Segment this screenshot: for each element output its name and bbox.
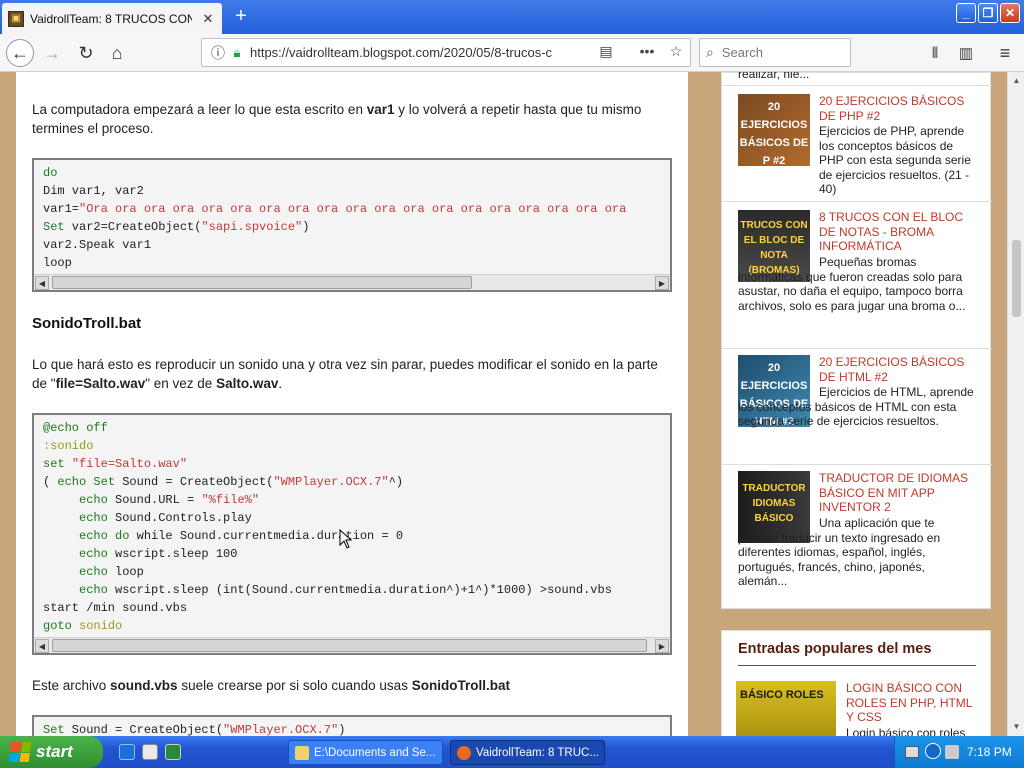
post-excerpt-text: Ejercicios de HTML, aprende los concepto…	[738, 385, 974, 428]
code2-horizontal-scrollbar[interactable]: ◀ ▶	[34, 637, 670, 653]
scroll-right-icon[interactable]: ▶	[655, 639, 669, 653]
scroll-thumb[interactable]	[52, 276, 472, 289]
volume-icon[interactable]	[945, 745, 959, 759]
search-placeholder: Search	[721, 45, 764, 60]
address-bar[interactable]: ⓘ 🔒︎ https://vaidrollteam.blogspot.com/2…	[201, 38, 691, 67]
folder-icon	[295, 745, 309, 760]
post-excerpt: Una aplicación que te permite traducir u…	[738, 516, 976, 589]
paragraph-3: Este archivo sound.vbs suele crearse por…	[32, 678, 510, 693]
minimize-icon[interactable]: _	[956, 3, 976, 23]
popular-posts-heading: Entradas populares del mes	[738, 641, 976, 666]
reader-view-icon[interactable]: ▤	[596, 43, 616, 63]
internet-explorer-icon[interactable]	[119, 744, 135, 760]
back-arrow-icon[interactable]: ←	[6, 39, 34, 67]
divider	[722, 85, 992, 86]
taskbar-task-firefox[interactable]: VaidrollTeam: 8 TRUC...	[450, 740, 605, 765]
library-icon[interactable]: ⫴	[921, 39, 949, 67]
search-icon: ⌕	[706, 44, 714, 60]
new-tab-icon[interactable]: +	[229, 4, 253, 28]
tray-arrow-icon[interactable]	[925, 743, 941, 759]
related-posts-widget: realizar, nie... 20 EJERCICIOS BÁSICOS D…	[721, 72, 992, 609]
scroll-right-icon[interactable]: ▶	[655, 276, 669, 290]
divider	[722, 348, 992, 349]
paragraph-1: La computadora empezará a leer lo que es…	[32, 102, 642, 136]
windows-logo-icon	[8, 742, 32, 762]
post-excerpt: Ejercicios de HTML, aprende los concepto…	[738, 385, 976, 429]
post-title-link[interactable]: 8 TRUCOS CON EL BLOC DE NOTAS - BROMA IN…	[819, 210, 976, 254]
post-title-link[interactable]: 20 EJERCICIOS BÁSICOS DE HTML #2	[819, 355, 976, 384]
scroll-thumb[interactable]	[52, 639, 647, 652]
taskbar-task-explorer[interactable]: E:\Documents and Se...	[288, 740, 443, 765]
task-label: E:\Documents and Se...	[314, 746, 436, 759]
tab-close-icon[interactable]: ✕	[200, 11, 216, 27]
post-title-link[interactable]: LOGIN BÁSICO CON ROLES EN PHP, HTML Y CS…	[846, 681, 976, 725]
post-thumbnail[interactable]: BÁSICO ROLES	[736, 681, 836, 736]
bookmark-star-icon[interactable]: ☆	[666, 43, 686, 63]
tab-title: VaidrollTeam: 8 TRUCOS CON EL BLOC DE NO…	[30, 11, 192, 26]
home-icon[interactable]: ⌂	[103, 39, 131, 67]
info-icon[interactable]: ⓘ	[208, 43, 228, 63]
site-favicon-icon: ▣	[8, 10, 24, 27]
page-actions-icon[interactable]: •••	[637, 43, 657, 63]
post-title-link[interactable]: 20 EJERCICIOS BÁSICOS DE PHP #2	[819, 94, 976, 123]
tab-bar: ▣ VaidrollTeam: 8 TRUCOS CON EL BLOC DE …	[0, 0, 1024, 34]
blog-post: La computadora empezará a leer lo que es…	[16, 72, 688, 736]
url-text[interactable]: https://vaidrollteam.blogspot.com/2020/0…	[250, 45, 580, 60]
previous-item-fragment: realizar, nie...	[738, 72, 810, 81]
close-window-icon[interactable]: ✕	[1000, 3, 1020, 23]
web-page: La computadora empezará a leer lo que es…	[0, 72, 1024, 736]
post-excerpt-text: Pequeñas bromas informáticas que fueron …	[738, 255, 966, 313]
forward-arrow-icon[interactable]: →	[38, 39, 66, 67]
post-excerpt-text: Ejercicios de PHP, aprende los conceptos…	[819, 124, 971, 196]
post-excerpt-text: Una aplicación que te permite traducir u…	[738, 516, 941, 588]
search-box[interactable]: ⌕ Search	[699, 38, 851, 67]
code-block-1: do Dim var1, var2 var1="Ora ora ora ora …	[32, 158, 672, 292]
post-excerpt-text: Login básico con roles	[846, 726, 966, 736]
system-tray: 7:18 PM	[894, 736, 1024, 768]
post-excerpt: Ejercicios de PHP, aprende los conceptos…	[738, 124, 976, 197]
scroll-down-icon[interactable]: ▼	[1010, 720, 1023, 733]
divider	[722, 201, 992, 202]
firefox-icon	[457, 745, 471, 760]
var1-emphasis: var1	[366, 102, 395, 117]
divider	[722, 464, 992, 465]
reload-icon[interactable]: ↻	[72, 39, 100, 67]
scroll-left-icon[interactable]: ◀	[35, 639, 49, 653]
navigation-toolbar: ← → ↻ ⌂ ⓘ 🔒︎ https://vaidrollteam.blogsp…	[0, 34, 1024, 72]
sidebar-toggle-icon[interactable]: ▥	[952, 39, 980, 67]
task-label: VaidrollTeam: 8 TRUC...	[476, 746, 599, 759]
menu-icon[interactable]: ≡	[991, 39, 1019, 67]
show-desktop-icon[interactable]	[165, 744, 181, 760]
code1-horizontal-scrollbar[interactable]: ◀ ▶	[34, 274, 670, 290]
post-title-link[interactable]: TRADUCTOR DE IDIOMAS BÁSICO EN MIT App I…	[819, 471, 976, 515]
section-heading: SonidoTroll.bat	[32, 315, 142, 332]
scroll-left-icon[interactable]: ◀	[35, 276, 49, 290]
scroll-up-icon[interactable]: ▲	[1010, 74, 1023, 87]
clock: 7:18 PM	[967, 745, 1012, 759]
code-block-3: Set Sound = CreateObject("WMPlayer.OCX.7…	[32, 715, 672, 736]
popular-posts-widget: Entradas populares del mes BÁSICO ROLES …	[721, 630, 991, 736]
windows-taskbar: start E:\Documents and Se... VaidrollTea…	[0, 736, 1024, 768]
page-vertical-scrollbar[interactable]: ▲ ▼	[1007, 72, 1024, 736]
scroll-thumb[interactable]	[1012, 240, 1021, 317]
paragraph-2: Lo que hará esto es reproducir un sonido…	[32, 357, 658, 391]
start-button[interactable]: start	[0, 736, 103, 768]
keyboard-icon[interactable]	[905, 746, 919, 758]
media-player-icon[interactable]	[142, 744, 158, 760]
restore-icon[interactable]: ❐	[978, 3, 998, 23]
browser-window: ▣ VaidrollTeam: 8 TRUCOS CON EL BLOC DE …	[0, 0, 1024, 736]
active-tab[interactable]: ▣ VaidrollTeam: 8 TRUCOS CON EL BLOC DE …	[2, 3, 222, 34]
start-label: start	[36, 742, 73, 761]
post-excerpt: Pequeñas bromas informáticas que fueron …	[738, 255, 976, 313]
lock-icon[interactable]: 🔒︎	[228, 45, 246, 61]
